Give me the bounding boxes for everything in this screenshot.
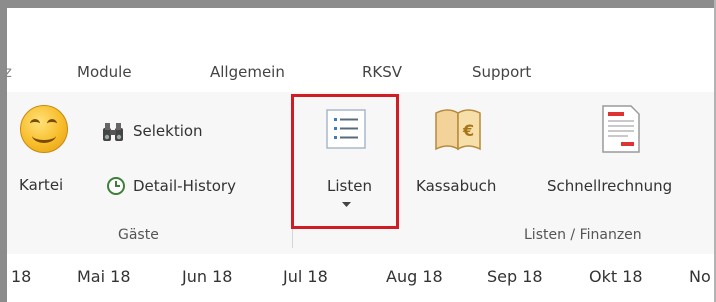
month-label[interactable]: 18 [11, 267, 31, 286]
history-clock-icon [107, 177, 125, 195]
invoice-icon [602, 105, 640, 153]
window-frame-top [0, 0, 716, 8]
month-timeline: 18 Mai 18 Jun 18 Jul 18 Aug 18 Sep 18 Ok… [7, 254, 714, 302]
listen-finanzen-group-label: Listen / Finanzen [524, 227, 642, 243]
book-euro-icon: € [435, 109, 481, 151]
month-label[interactable]: Jul 18 [283, 267, 328, 286]
month-label[interactable]: Jun 18 [182, 267, 232, 286]
window-frame-left [0, 0, 7, 302]
tab-support[interactable]: Support [472, 63, 531, 81]
month-label[interactable]: Okt 18 [589, 267, 643, 286]
month-label[interactable]: Aug 18 [386, 267, 443, 286]
tab-allgemein[interactable]: Allgemein [210, 63, 285, 81]
month-label[interactable]: Sep 18 [487, 267, 543, 286]
binoculars-icon [103, 123, 123, 141]
selektion-label: Selektion [133, 122, 203, 140]
tab-module[interactable]: Module [77, 63, 132, 81]
kartei-label: Kartei [19, 176, 64, 194]
highlight-frame [291, 94, 399, 229]
gaeste-group-label: Gäste [118, 227, 159, 243]
svg-text:€: € [462, 121, 474, 140]
kassabuch-label: Kassabuch [416, 177, 497, 195]
ribbon-tab-bar: z Module Allgemein RKSV Support [4, 55, 714, 93]
tab-rksv[interactable]: RKSV [362, 63, 402, 81]
tab-partial-edge: z [4, 63, 12, 81]
month-label[interactable]: No [689, 267, 711, 286]
schnellrechnung-label: Schnellrechnung [547, 177, 673, 195]
smiley-icon [20, 105, 68, 153]
month-label[interactable]: Mai 18 [77, 267, 131, 286]
detail-history-label: Detail-History [133, 177, 236, 195]
